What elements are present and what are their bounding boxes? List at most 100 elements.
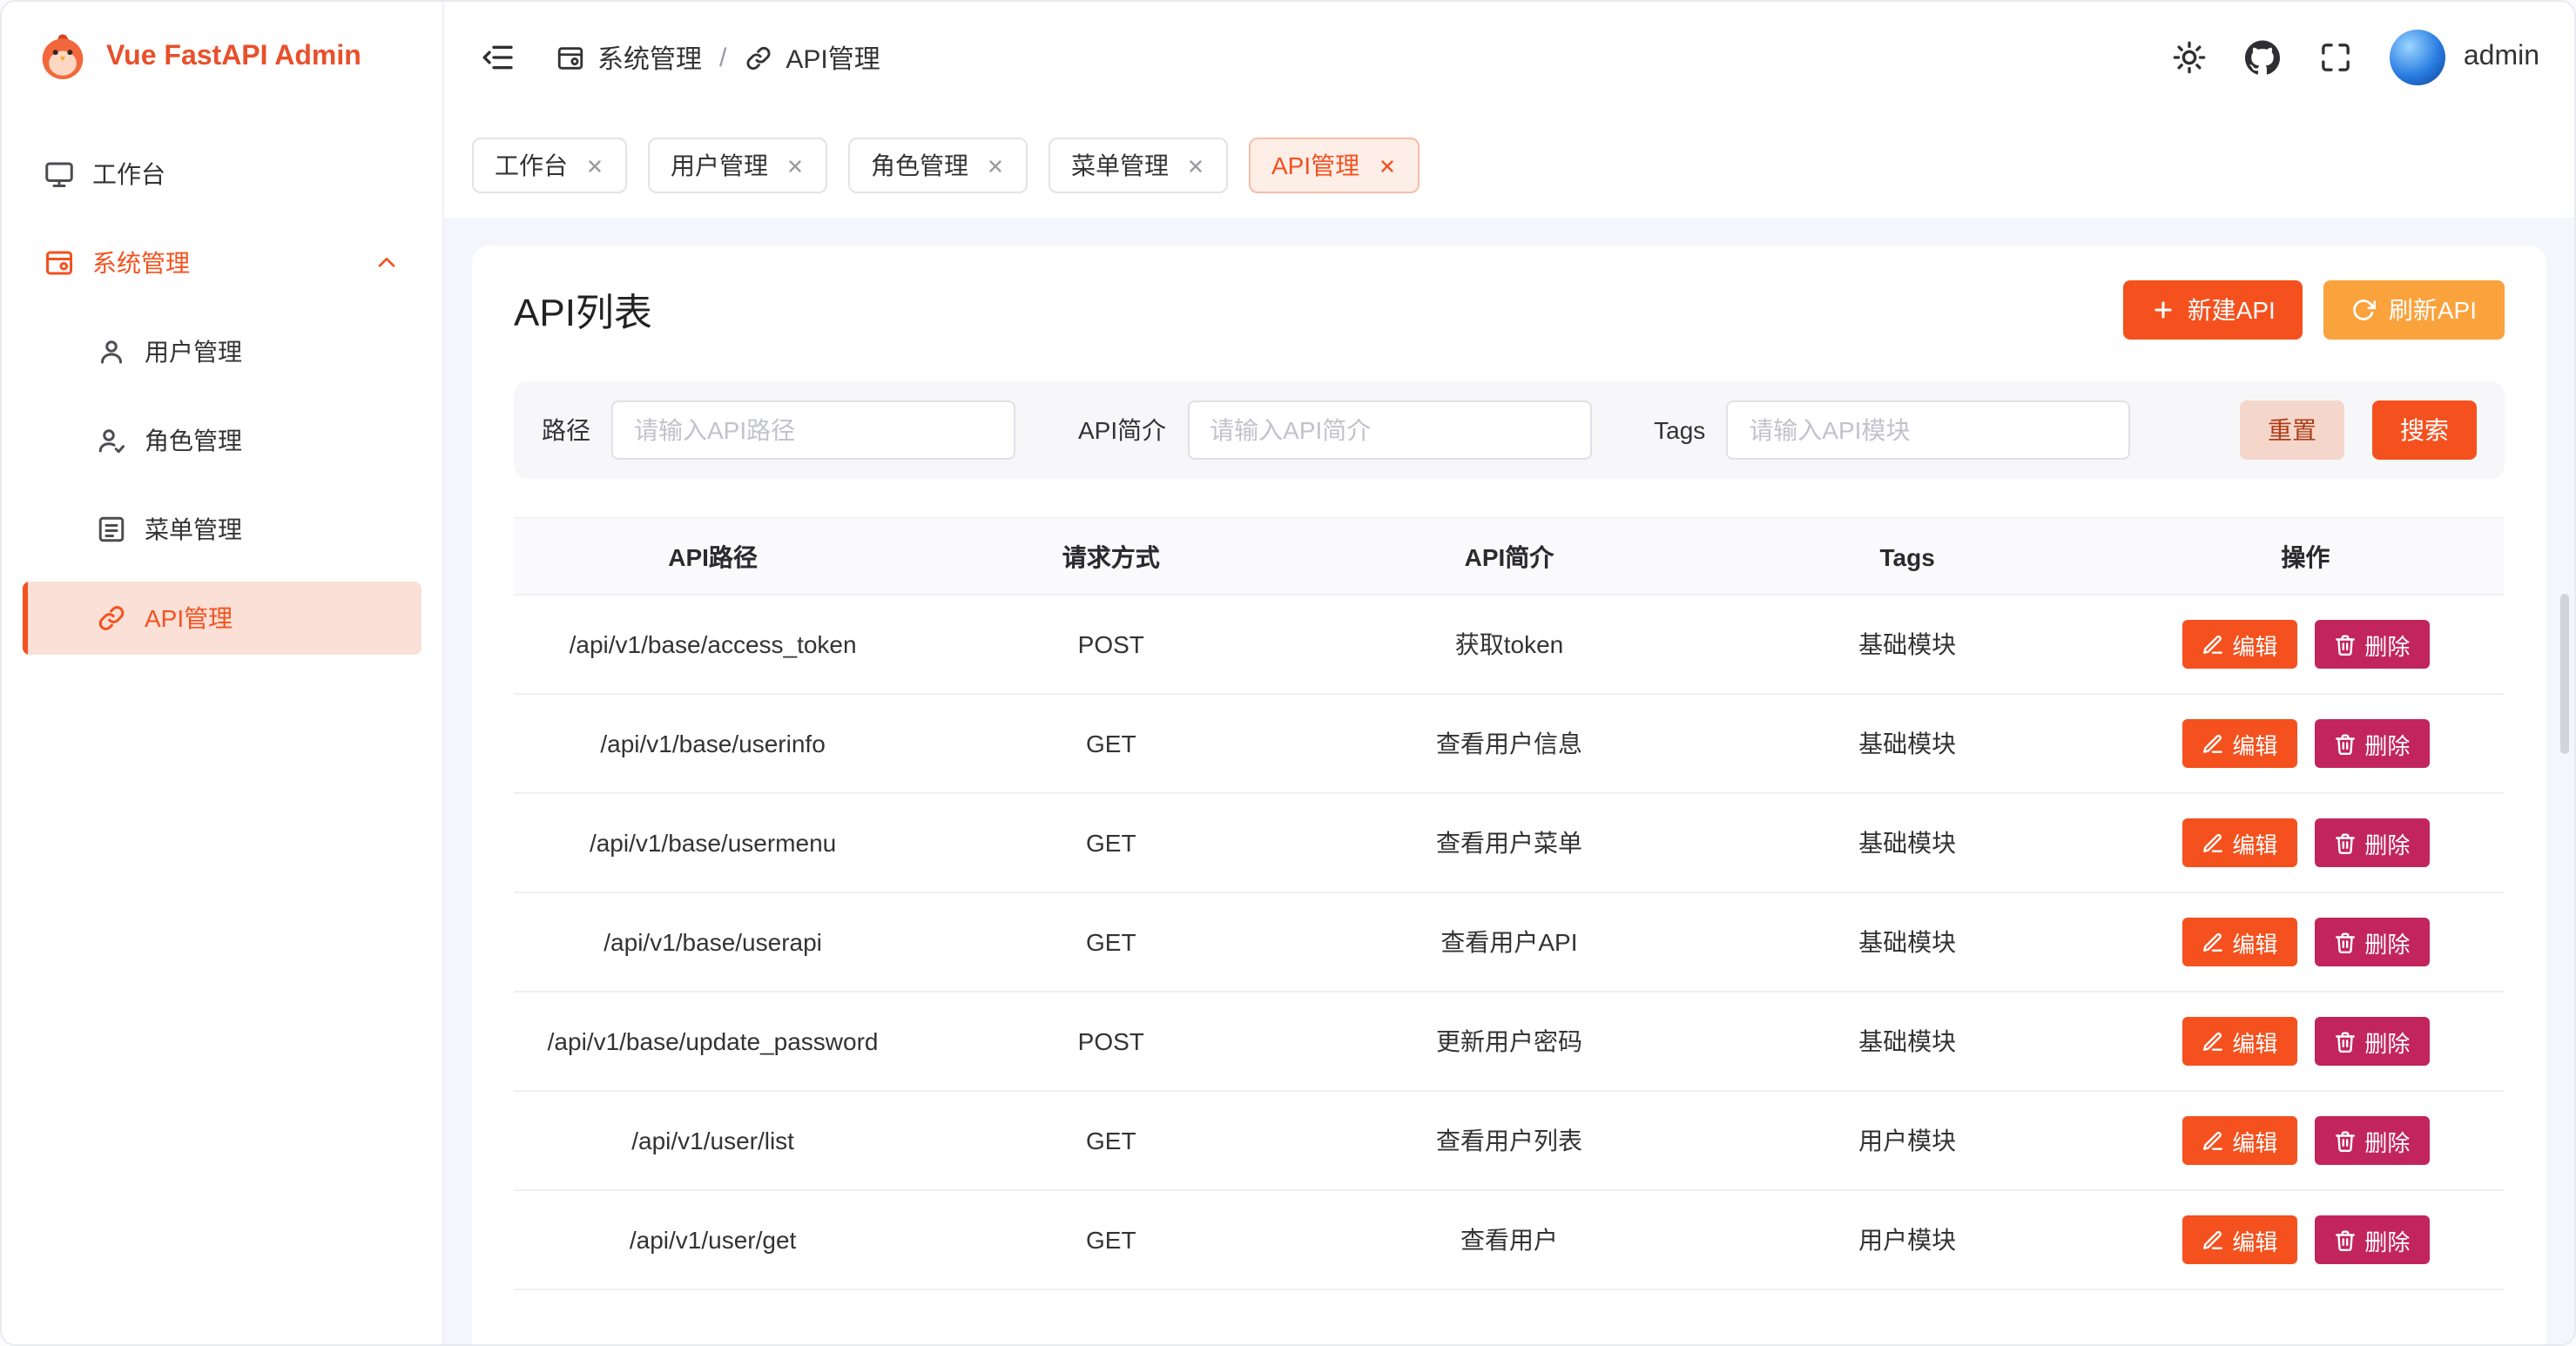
sidebar-item-menu-mgmt[interactable]: 菜单管理 — [23, 493, 421, 566]
tab-label: 用户管理 — [671, 148, 768, 183]
edit-button[interactable]: 编辑 — [2182, 719, 2296, 768]
delete-label: 删除 — [2364, 1223, 2410, 1256]
tab-close-icon[interactable] — [1186, 156, 1205, 175]
app-window: Vue FastAPI Admin 工作台 系统管理 — [0, 0, 2576, 1346]
column-header-summary: API简介 — [1310, 518, 1708, 595]
breadcrumb-item-system[interactable]: 系统管理 — [556, 39, 702, 76]
edit-button[interactable]: 编辑 — [2182, 1116, 2296, 1165]
trash-icon — [2333, 1030, 2356, 1053]
cell-summary: 查看用户列表 — [1310, 1091, 1708, 1190]
page-title: API列表 — [514, 282, 652, 338]
trash-icon — [2333, 633, 2356, 656]
chick-logo-icon — [37, 31, 89, 84]
cell-method: GET — [912, 793, 1310, 892]
delete-label: 删除 — [2364, 925, 2410, 959]
refresh-api-button[interactable]: 刷新API — [2324, 280, 2505, 340]
delete-button[interactable]: 删除 — [2314, 1116, 2429, 1165]
user-icon — [96, 336, 127, 367]
delete-button[interactable]: 删除 — [2314, 818, 2429, 867]
column-header-tags: Tags — [1709, 518, 2107, 595]
sidebar-item-label: 用户管理 — [145, 334, 242, 369]
scrollbar-thumb[interactable] — [2560, 594, 2569, 754]
breadcrumb-separator: / — [719, 43, 726, 72]
delete-label: 删除 — [2364, 826, 2410, 859]
user-menu[interactable]: admin — [2391, 30, 2539, 85]
query-actions: 重置 搜索 — [2240, 400, 2477, 460]
cell-tags: 用户模块 — [1709, 1190, 2107, 1289]
cell-api-path: /api/v1/base/access_token — [514, 595, 912, 694]
tab-close-icon[interactable] — [1377, 156, 1396, 175]
cell-api-path: /api/v1/base/userapi — [514, 892, 912, 992]
cell-api-path: /api/v1/base/update_password — [514, 992, 912, 1091]
table-row: /api/v1/base/usermenu GET 查看用户菜单 基础模块 编辑 — [514, 793, 2505, 892]
cell-tags: 基础模块 — [1709, 694, 2107, 793]
tab[interactable]: 用户管理 — [648, 138, 827, 193]
table-row: /api/v1/base/access_token POST 获取token 基… — [514, 595, 2505, 694]
delete-button[interactable]: 删除 — [2314, 1017, 2429, 1066]
create-api-label: 新建API — [2188, 293, 2276, 327]
edit-button[interactable]: 编辑 — [2182, 1017, 2296, 1066]
sidebar-item-system-mgmt[interactable]: 系统管理 — [23, 226, 421, 299]
pencil-icon — [2201, 1129, 2223, 1152]
table-row: /api/v1/base/userinfo GET 查看用户信息 基础模块 编辑 — [514, 694, 2505, 793]
sidebar-item-user-mgmt[interactable]: 用户管理 — [23, 315, 421, 388]
create-api-button[interactable]: 新建API — [2123, 280, 2303, 340]
delete-button[interactable]: 删除 — [2314, 719, 2429, 768]
tab-close-icon[interactable] — [986, 156, 1005, 175]
trash-icon — [2333, 1228, 2356, 1251]
edit-button[interactable]: 编辑 — [2182, 818, 2296, 867]
sidebar-item-role-mgmt[interactable]: 角色管理 — [23, 404, 421, 477]
plus-icon — [2151, 298, 2175, 322]
summary-filter-input[interactable] — [1187, 400, 1591, 460]
table-row: /api/v1/user/list GET 查看用户列表 用户模块 编辑 — [514, 1091, 2505, 1190]
fullscreen-icon[interactable] — [2317, 38, 2356, 77]
top-bar-actions: admin — [2171, 30, 2539, 85]
reset-button[interactable]: 重置 — [2240, 400, 2344, 460]
tab[interactable]: 工作台 — [472, 138, 627, 193]
row-actions: 编辑 删除 — [2107, 620, 2505, 669]
cell-tags: 基础模块 — [1709, 793, 2107, 892]
api-table: API路径 请求方式 API简介 Tags 操作 /api/v1/base/ac… — [514, 517, 2505, 1290]
delete-button[interactable]: 删除 — [2314, 1215, 2429, 1264]
theme-toggle-sun-icon[interactable] — [2171, 38, 2209, 77]
breadcrumb-item-api[interactable]: API管理 — [744, 39, 880, 76]
table-row: /api/v1/user/get GET 查看用户 用户模块 编辑 — [514, 1190, 2505, 1289]
tab[interactable]: 菜单管理 — [1049, 138, 1228, 193]
sidebar-item-workbench[interactable]: 工作台 — [23, 138, 421, 211]
cell-actions: 编辑 删除 — [2107, 892, 2505, 992]
tab-label: 工作台 — [495, 148, 568, 183]
edit-label: 编辑 — [2232, 925, 2277, 959]
edit-button[interactable]: 编辑 — [2182, 1215, 2296, 1264]
edit-button[interactable]: 编辑 — [2182, 918, 2296, 966]
github-icon[interactable] — [2244, 38, 2283, 77]
cell-actions: 编辑 删除 — [2107, 1091, 2505, 1190]
page-content: API列表 新建API 刷新API 路径 — [444, 218, 2574, 1344]
page-head-actions: 新建API 刷新API — [2123, 280, 2505, 340]
tab[interactable]: API管理 — [1249, 138, 1419, 193]
search-button[interactable]: 搜索 — [2372, 400, 2477, 460]
cell-method: GET — [912, 1190, 1310, 1289]
column-header-actions: 操作 — [2107, 518, 2505, 595]
cell-summary: 获取token — [1310, 595, 1708, 694]
sidebar-item-api-mgmt[interactable]: API管理 — [23, 582, 421, 655]
summary-filter-label: API简介 — [1078, 413, 1166, 448]
edit-label: 编辑 — [2232, 1223, 2277, 1256]
tab-close-icon[interactable] — [786, 156, 805, 175]
app-logo[interactable]: Vue FastAPI Admin — [2, 2, 442, 113]
main-area: 系统管理 / API管理 — [444, 2, 2574, 1344]
delete-label: 删除 — [2364, 628, 2410, 661]
tags-filter-input[interactable] — [1726, 400, 2130, 460]
path-filter-input[interactable] — [611, 400, 1015, 460]
tab-close-icon[interactable] — [585, 156, 604, 175]
delete-button[interactable]: 删除 — [2314, 918, 2429, 966]
tab[interactable]: 角色管理 — [848, 138, 1028, 193]
cell-summary: 查看用户API — [1310, 892, 1708, 992]
username: admin — [2464, 42, 2539, 73]
collapse-sidebar-icon[interactable] — [479, 38, 517, 77]
trash-icon — [2333, 732, 2356, 755]
pencil-icon — [2201, 1228, 2223, 1251]
cell-summary: 更新用户密码 — [1310, 992, 1708, 1091]
edit-button[interactable]: 编辑 — [2182, 620, 2296, 669]
sidebar: Vue FastAPI Admin 工作台 系统管理 — [2, 2, 444, 1344]
delete-button[interactable]: 删除 — [2314, 620, 2429, 669]
